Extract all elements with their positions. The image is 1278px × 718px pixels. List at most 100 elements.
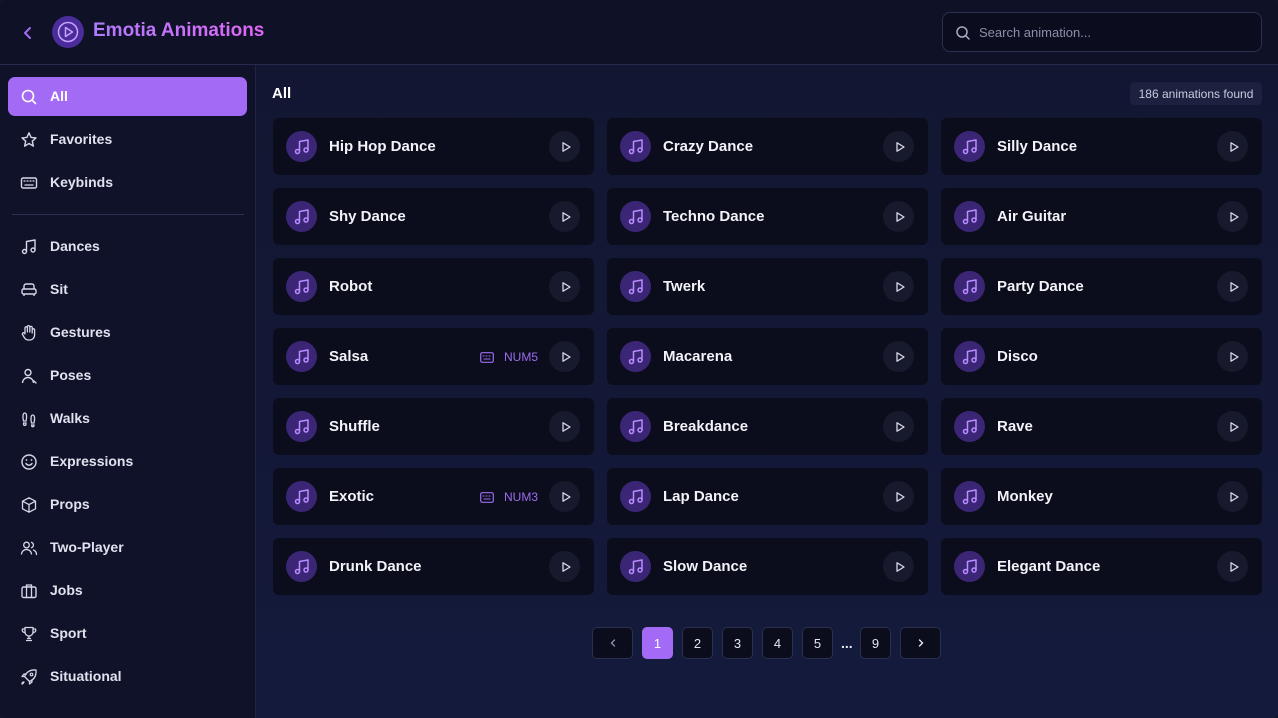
play-button[interactable] (549, 551, 580, 582)
animation-card[interactable]: Monkey (941, 468, 1262, 525)
play-button[interactable] (549, 271, 580, 302)
play-button[interactable] (1217, 551, 1248, 582)
page-button-5[interactable]: 5 (802, 627, 833, 659)
animation-card[interactable]: Breakdance (607, 398, 928, 455)
play-button[interactable] (883, 411, 914, 442)
animation-name: Techno Dance (663, 208, 765, 225)
sidebar: All Favorites Keybinds Dances Sit Gestur… (0, 65, 256, 718)
page-button-1[interactable]: 1 (642, 627, 673, 659)
play-button[interactable] (549, 201, 580, 232)
sidebar-item-label: Walks (50, 410, 90, 426)
animation-card[interactable]: Crazy Dance (607, 118, 928, 175)
sidebar-item-dances[interactable]: Dances (8, 227, 247, 266)
play-button[interactable] (1217, 201, 1248, 232)
pagination-ellipsis: ... (841, 635, 853, 651)
search-input[interactable] (979, 13, 1255, 51)
animation-card[interactable]: Elegant Dance (941, 538, 1262, 595)
sidebar-item-situational[interactable]: Situational (8, 657, 247, 696)
play-icon (894, 421, 906, 433)
play-icon (560, 351, 572, 363)
page-button-4[interactable]: 4 (762, 627, 793, 659)
sidebar-item-poses[interactable]: Poses (8, 356, 247, 395)
animation-card[interactable]: Exotic NUM3 (273, 468, 594, 525)
music-note-icon (286, 481, 317, 512)
animation-card[interactable]: Silly Dance (941, 118, 1262, 175)
animation-card[interactable]: Techno Dance (607, 188, 928, 245)
animation-card[interactable]: Robot (273, 258, 594, 315)
animation-card[interactable]: Salsa NUM5 (273, 328, 594, 385)
play-button[interactable] (1217, 411, 1248, 442)
next-page-button[interactable] (900, 627, 941, 659)
animation-card[interactable]: Hip Hop Dance (273, 118, 594, 175)
animation-card[interactable]: Lap Dance (607, 468, 928, 525)
sidebar-item-label: Sport (50, 625, 87, 641)
prev-page-button[interactable] (592, 627, 633, 659)
sidebar-item-label: Two-Player (50, 539, 124, 555)
play-button[interactable] (883, 481, 914, 512)
play-button[interactable] (1217, 481, 1248, 512)
play-button[interactable] (1217, 131, 1248, 162)
music-note-icon (954, 341, 985, 372)
play-button[interactable] (549, 131, 580, 162)
animation-card[interactable]: Shuffle (273, 398, 594, 455)
play-button[interactable] (883, 201, 914, 232)
animation-card[interactable]: Disco (941, 328, 1262, 385)
animation-name: Drunk Dance (329, 558, 422, 575)
app-title: Emotia Animations (93, 20, 264, 46)
keybind-badge: NUM5 (480, 349, 538, 365)
page-button-last[interactable]: 9 (860, 627, 891, 659)
sidebar-item-label: Dances (50, 238, 100, 254)
music-note-icon (286, 201, 317, 232)
sidebar-item-walks[interactable]: Walks (8, 399, 247, 438)
sidebar-item-props[interactable]: Props (8, 485, 247, 524)
sidebar-item-sit[interactable]: Sit (8, 270, 247, 309)
play-button[interactable] (549, 341, 580, 372)
music-note-icon (286, 411, 317, 442)
play-icon (1228, 211, 1240, 223)
results-count-badge: 186 animations found (1130, 82, 1262, 105)
music-note-icon (620, 271, 651, 302)
music-note-icon (286, 271, 317, 302)
keyboard-icon (480, 351, 499, 363)
play-button[interactable] (883, 131, 914, 162)
sidebar-item-expressions[interactable]: Expressions (8, 442, 247, 481)
sidebar-item-gestures[interactable]: Gestures (8, 313, 247, 352)
section-title: All (272, 85, 292, 102)
sidebar-item-all[interactable]: All (8, 77, 247, 116)
sidebar-item-jobs[interactable]: Jobs (8, 571, 247, 610)
play-button[interactable] (549, 411, 580, 442)
sidebar-item-sport[interactable]: Sport (8, 614, 247, 653)
briefcase-icon (20, 582, 38, 600)
animation-card[interactable]: Rave (941, 398, 1262, 455)
search-box[interactable] (942, 12, 1262, 52)
play-button[interactable] (549, 481, 580, 512)
sidebar-item-two-player[interactable]: Two-Player (8, 528, 247, 567)
play-icon (560, 211, 572, 223)
sidebar-item-label: Props (50, 496, 90, 512)
animation-card[interactable]: Macarena (607, 328, 928, 385)
animation-card[interactable]: Shy Dance (273, 188, 594, 245)
sidebar-item-favorites[interactable]: Favorites (8, 120, 247, 159)
animation-card[interactable]: Party Dance (941, 258, 1262, 315)
play-icon (560, 141, 572, 153)
play-button[interactable] (883, 341, 914, 372)
animation-card[interactable]: Twerk (607, 258, 928, 315)
keybind-label: NUM5 (504, 350, 539, 364)
play-button[interactable] (883, 271, 914, 302)
sidebar-item-label: Expressions (50, 453, 134, 469)
animation-card[interactable]: Air Guitar (941, 188, 1262, 245)
keyboard-icon (20, 174, 38, 192)
back-button[interactable] (16, 21, 40, 45)
animation-name: Breakdance (663, 418, 749, 435)
play-button[interactable] (883, 551, 914, 582)
play-button[interactable] (1217, 271, 1248, 302)
animation-card[interactable]: Slow Dance (607, 538, 928, 595)
play-button[interactable] (1217, 341, 1248, 372)
page-button-2[interactable]: 2 (682, 627, 713, 659)
animation-card[interactable]: Drunk Dance (273, 538, 594, 595)
play-icon (1228, 351, 1240, 363)
sidebar-item-keybinds[interactable]: Keybinds (8, 163, 247, 202)
page-button-3[interactable]: 3 (722, 627, 753, 659)
animation-name: Air Guitar (997, 208, 1067, 225)
animation-name: Slow Dance (663, 558, 748, 575)
